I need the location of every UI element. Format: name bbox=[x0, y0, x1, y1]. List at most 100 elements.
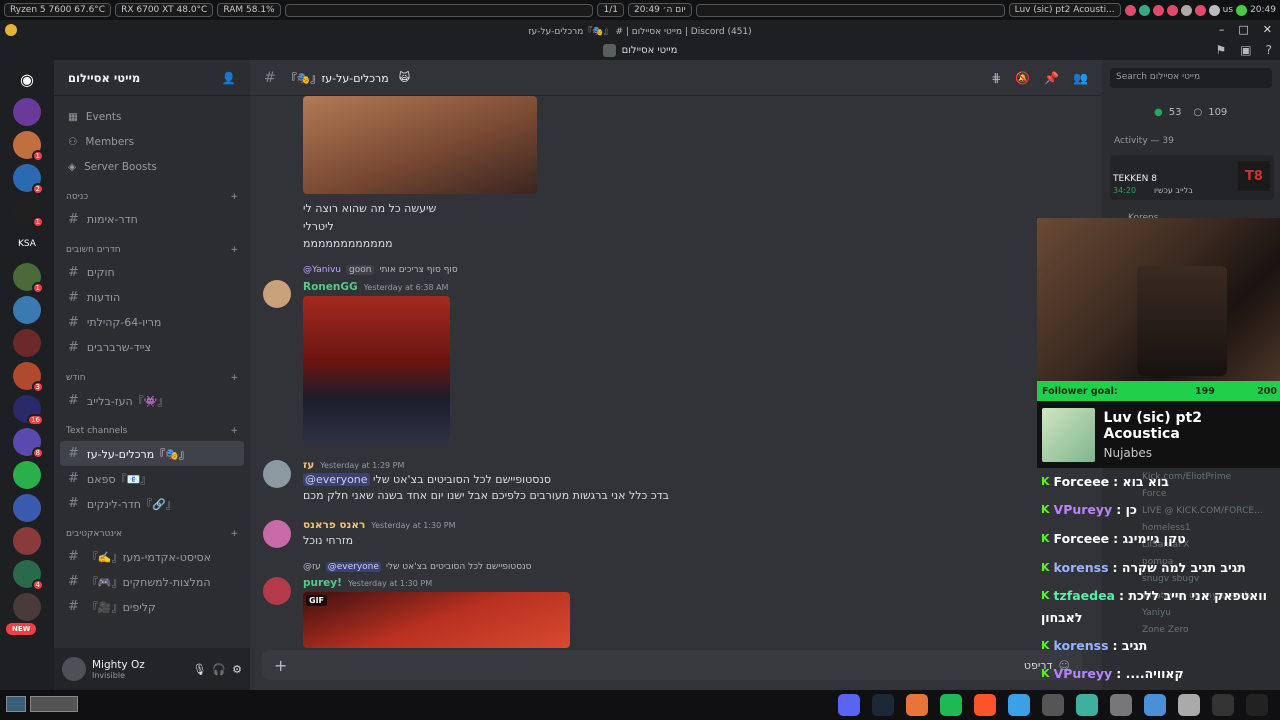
taskbar-strip[interactable] bbox=[695, 3, 1005, 17]
server-icon[interactable] bbox=[13, 494, 41, 522]
layers-icon[interactable] bbox=[1076, 694, 1098, 716]
channel-item[interactable]: המלצות-למשחקים『🎮』 # bbox=[60, 569, 244, 594]
help-icon[interactable]: ? bbox=[1266, 43, 1272, 57]
message-image[interactable] bbox=[303, 296, 450, 442]
maximize-icon[interactable]: □ bbox=[1238, 23, 1248, 36]
steam-icon[interactable] bbox=[1180, 4, 1192, 16]
microphone-icon[interactable]: 🎙 bbox=[192, 663, 206, 676]
tray-icon[interactable] bbox=[1124, 4, 1136, 16]
server-icon[interactable]: 3 bbox=[13, 362, 44, 393]
channel-item[interactable]: 『📧』ספאם # bbox=[60, 466, 244, 491]
add-channel-icon[interactable]: + bbox=[230, 245, 238, 255]
channel-item[interactable]: אסיסט-אקדמי-מעז『✍️』 # bbox=[60, 544, 244, 569]
terminal-icon[interactable] bbox=[1178, 694, 1200, 716]
new-badge[interactable]: NEW bbox=[6, 623, 37, 635]
media-title[interactable]: Luv (sic) pt2 Acousti... bbox=[1008, 3, 1121, 17]
discord-home-icon[interactable]: ◉ bbox=[13, 65, 41, 93]
channel-category[interactable]: חודש + bbox=[54, 368, 250, 388]
server-icon[interactable]: 8 bbox=[13, 428, 44, 459]
workspace-bar[interactable] bbox=[284, 3, 594, 17]
add-member-icon[interactable]: 👤 bbox=[222, 71, 236, 85]
server-icon[interactable]: 2 bbox=[13, 164, 44, 195]
minimize-icon[interactable]: – bbox=[1219, 23, 1225, 36]
message-author[interactable]: RonenGG Yesterday at 6:38 AM bbox=[303, 281, 448, 293]
server-icon[interactable] bbox=[13, 329, 41, 357]
tray-icon[interactable] bbox=[1152, 4, 1164, 16]
server-icon[interactable] bbox=[13, 593, 41, 621]
avatar[interactable] bbox=[263, 280, 291, 308]
store-icon[interactable] bbox=[1144, 694, 1166, 716]
activity-header[interactable]: Activity — 39 bbox=[1114, 136, 1174, 146]
channel-item[interactable]: 『🔗』חדר-לינקים # bbox=[60, 491, 244, 516]
add-channel-icon[interactable]: + bbox=[230, 426, 238, 436]
channel-item[interactable]: הודעות # bbox=[60, 285, 244, 310]
server-icon[interactable] bbox=[13, 461, 41, 489]
files-icon[interactable] bbox=[1110, 694, 1132, 716]
search-input[interactable]: Search מייטי אסיילום bbox=[1110, 68, 1272, 88]
tray-clock[interactable]: 20:49 bbox=[1250, 5, 1276, 15]
member-list-icon[interactable]: 👥 bbox=[1073, 71, 1088, 85]
message-author[interactable]: ראנס פראנס Yesterday at 1:30 PM bbox=[303, 519, 456, 531]
activity-card[interactable]: TEKKEN 8 34:20 בלייב עכשיו T8 bbox=[1110, 155, 1274, 200]
server-icon[interactable] bbox=[13, 98, 41, 126]
avatar[interactable] bbox=[263, 577, 291, 605]
server-icon[interactable] bbox=[13, 296, 41, 324]
avatar[interactable] bbox=[263, 520, 291, 548]
server-icon[interactable]: 4 bbox=[13, 560, 44, 591]
brave-icon[interactable] bbox=[974, 694, 996, 716]
avatar[interactable] bbox=[62, 657, 86, 681]
server-icon[interactable] bbox=[13, 527, 41, 555]
message-composer[interactable]: + דריפט ☺ bbox=[262, 650, 1082, 680]
channel-item[interactable]: 『🎭』מרכלים-על-עז # bbox=[60, 441, 244, 466]
pin-icon[interactable]: 📌 bbox=[1044, 71, 1059, 85]
add-channel-icon[interactable]: + bbox=[230, 529, 238, 539]
inkscape-icon[interactable] bbox=[1042, 694, 1064, 716]
add-channel-icon[interactable]: + bbox=[230, 192, 238, 202]
mention[interactable]: @everyone bbox=[325, 562, 381, 572]
message-image[interactable] bbox=[303, 96, 537, 194]
workspace-indicator[interactable]: 1/1 bbox=[597, 3, 624, 17]
mute-icon[interactable]: 🔕 bbox=[1015, 71, 1030, 85]
server-icon[interactable]: 1 bbox=[13, 263, 44, 294]
threads-icon[interactable]: ⋕ bbox=[991, 71, 1001, 85]
close-icon[interactable]: ✕ bbox=[1263, 23, 1272, 36]
discord-icon[interactable] bbox=[838, 694, 860, 716]
clock[interactable]: 20:49 יום ה׳ bbox=[627, 3, 692, 17]
add-channel-icon[interactable]: + bbox=[230, 373, 238, 383]
channel-item[interactable]: מריו-64-קהילתי # bbox=[60, 310, 244, 335]
channel-category[interactable]: חדרים חשובים + bbox=[54, 240, 250, 260]
firefox-icon[interactable] bbox=[906, 694, 928, 716]
message-author[interactable]: purey! Yesterday at 1:30 PM bbox=[303, 577, 432, 589]
app-icon[interactable] bbox=[1246, 694, 1268, 716]
lang-indicator[interactable]: us bbox=[1223, 5, 1233, 15]
tray-icon[interactable] bbox=[1166, 4, 1178, 16]
avatar[interactable] bbox=[263, 460, 291, 488]
channel-category[interactable]: אינטראקטיבים + bbox=[54, 524, 250, 544]
reply-preview[interactable]: @עז @everyone סנסטופיישם לכל הסוביטים בצ… bbox=[303, 562, 532, 572]
server-icon[interactable]: 1 bbox=[13, 197, 44, 228]
tray-icon[interactable] bbox=[1138, 4, 1150, 16]
channel-category[interactable]: Text channels + bbox=[54, 421, 250, 441]
server-icon[interactable]: 16 bbox=[13, 395, 44, 426]
monitor-icon[interactable] bbox=[1212, 694, 1234, 716]
server-header[interactable]: מייטי אסיילום 👤 bbox=[54, 60, 250, 96]
add-attachment-icon[interactable]: + bbox=[274, 656, 287, 675]
mention[interactable]: @everyone bbox=[303, 473, 370, 486]
headset-icon[interactable]: 🎧 bbox=[212, 663, 226, 676]
channel-item[interactable]: 『👾』העז-בלייב # bbox=[60, 388, 244, 413]
spotify-icon[interactable] bbox=[940, 694, 962, 716]
channel-category[interactable]: כניסה + bbox=[54, 187, 250, 207]
server-icon[interactable]: KSA bbox=[13, 230, 41, 258]
steam-icon[interactable] bbox=[872, 694, 894, 716]
workspace-thumb[interactable] bbox=[6, 696, 26, 712]
inbox-icon[interactable]: ▣ bbox=[1240, 43, 1251, 57]
channel-item[interactable]: חוקים # bbox=[60, 260, 244, 285]
message-author[interactable]: עז Yesterday at 1:29 PM bbox=[303, 459, 404, 471]
tray-icon[interactable] bbox=[1194, 4, 1206, 16]
channel-item[interactable]: חדר-אימות # bbox=[60, 207, 244, 232]
nav-members[interactable]: ⚇ Members bbox=[54, 129, 250, 154]
settings-gear-icon[interactable]: ⚙ bbox=[232, 663, 242, 676]
network-icon[interactable] bbox=[1236, 4, 1248, 16]
gif-image[interactable]: GIF bbox=[303, 592, 570, 648]
workspace-thumb[interactable] bbox=[30, 696, 78, 712]
